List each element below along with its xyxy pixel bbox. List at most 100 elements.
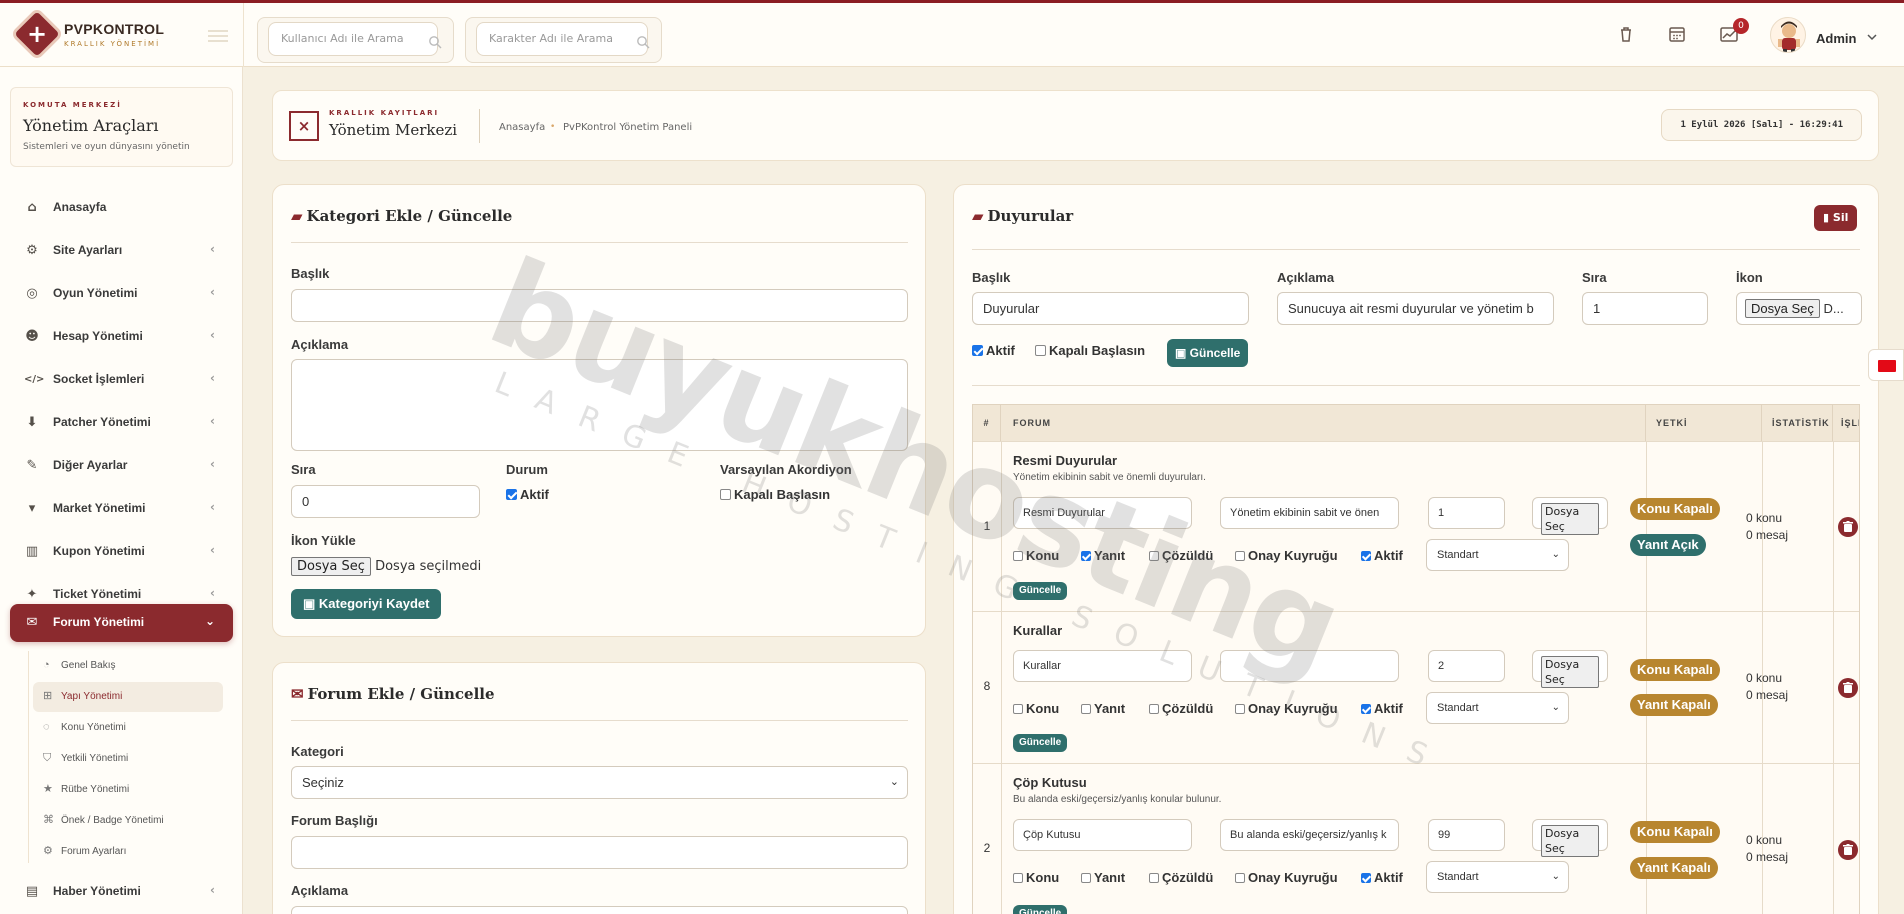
forum-type-select[interactable]: Standart ⌄ <box>1426 692 1569 724</box>
forum-icon-file-input[interactable]: Dosya Seç <box>1532 819 1608 857</box>
sidebar-item-market-yonetimi[interactable]: ▾ Market Yönetimi ‹ <box>10 490 233 528</box>
sidebar-item-hesap-yonetimi[interactable]: ☻ Hesap Yönetimi ‹ <box>10 318 233 356</box>
forum-update-button[interactable]: Güncelle <box>1013 905 1068 914</box>
col-header-stats: İSTATİSTİK <box>1762 405 1833 441</box>
forum-desc-input[interactable] <box>291 906 908 914</box>
delete-forum-button[interactable] <box>1838 517 1858 537</box>
kapali-baslasin-checkbox[interactable]: Kapalı Başlasın <box>720 487 830 502</box>
aktif-checkbox[interactable]: Aktif <box>1361 870 1403 885</box>
forum-desc-input[interactable]: Bu alanda eski/geçersiz/yanlış k <box>1220 819 1399 851</box>
forum-update-button[interactable]: Güncelle <box>1013 734 1068 752</box>
forum-desc-input[interactable] <box>1220 650 1399 682</box>
icon-file-input[interactable]: Dosya Seç Dosya seçilmedi <box>291 557 481 576</box>
category-desc-textarea[interactable] <box>291 359 908 451</box>
yanit-status-pill[interactable]: Yanıt Kapalı <box>1630 694 1718 716</box>
sidebar-item-socket-islemleri[interactable]: </> Socket İşlemleri ‹ <box>10 361 233 399</box>
sidebar: KOMUTA MERKEZİ Yönetim Araçları Sistemle… <box>0 67 243 914</box>
forum-name-input[interactable]: Kurallar <box>1013 650 1192 682</box>
status-aktif-checkbox[interactable]: Aktif <box>506 487 549 502</box>
subnav-yapi-yonetimi[interactable]: ⊞ Yapı Yönetimi <box>33 682 223 712</box>
forum-icon-file-input[interactable]: Dosya Seç <box>1532 497 1608 535</box>
yanit-status-pill[interactable]: Yanıt Kapalı <box>1630 857 1718 879</box>
avatar[interactable] <box>1770 17 1806 53</box>
search-icon[interactable] <box>428 35 442 49</box>
delete-forum-button[interactable] <box>1838 840 1858 860</box>
language-flag-tab[interactable] <box>1868 349 1904 381</box>
delete-button[interactable]: ▮ Sil <box>1814 205 1858 231</box>
subnav-konu-yonetimi[interactable]: ◌ Konu Yönetimi <box>33 713 223 743</box>
forum-icon-file-input[interactable]: Dosya Seç <box>1532 650 1608 688</box>
sidebar-item-site-ayarlari[interactable]: ⚙ Site Ayarları ‹ <box>10 232 233 270</box>
category-order-input[interactable]: 0 <box>291 485 480 518</box>
aktif-checkbox[interactable]: Aktif <box>1361 701 1403 716</box>
subnav-yetkili-yonetimi[interactable]: ⛉ Yetkili Yönetimi <box>33 744 223 774</box>
sidebar-item-kupon-yonetimi[interactable]: ▥ Kupon Yönetimi ‹ <box>10 533 233 571</box>
cozuldu-checkbox[interactable]: Çözüldü <box>1149 870 1213 885</box>
subnav-onek-badge-yonetimi[interactable]: ⌘ Önek / Badge Yönetimi <box>33 806 223 836</box>
onay-kuyrugu-checkbox[interactable]: Onay Kuyruğu <box>1235 870 1338 885</box>
forum-desc-input[interactable]: Yönetim ekibinin sabit ve önen <box>1220 497 1399 529</box>
onay-kuyrugu-checkbox[interactable]: Onay Kuyruğu <box>1235 548 1338 563</box>
konu-status-pill[interactable]: Konu Kapalı <box>1630 659 1720 681</box>
forum-name-input[interactable]: Çöp Kutusu <box>1013 819 1192 851</box>
ann-update-button[interactable]: ▣ Güncelle <box>1167 339 1249 367</box>
cozuldu-checkbox[interactable]: Çözüldü <box>1149 548 1213 563</box>
ann-icon-file-input[interactable]: Dosya Seç D... <box>1736 292 1862 325</box>
konu-checkbox[interactable]: Konu <box>1013 870 1059 885</box>
ann-desc-input[interactable]: Sunucuya ait resmi duyurular ve yönetim … <box>1277 292 1554 325</box>
ann-title-input[interactable]: Duyurular <box>972 292 1249 325</box>
forum-order-input[interactable]: 2 <box>1428 650 1505 682</box>
ann-order-input[interactable]: 1 <box>1582 292 1708 325</box>
yanit-checkbox[interactable]: Yanıt <box>1081 548 1125 563</box>
category-select[interactable]: Seçiniz ⌄ <box>291 766 908 799</box>
user-name[interactable]: Admin <box>1816 31 1856 46</box>
char-search-input[interactable]: Karakter Adı ile Arama <box>476 22 648 56</box>
search-icon[interactable] <box>636 35 650 49</box>
forum-update-button[interactable]: Güncelle <box>1013 582 1068 600</box>
trash-icon[interactable] <box>1615 23 1637 45</box>
konu-status-pill[interactable]: Konu Kapalı <box>1630 821 1720 843</box>
folder-open-icon: ▰ <box>972 207 984 225</box>
subnav-forum-ayarlari[interactable]: ⚙ Forum Ayarları <box>33 837 223 867</box>
user-search-input[interactable]: Kullanıcı Adı ile Arama <box>268 22 438 56</box>
yanit-checkbox[interactable]: Yanıt <box>1081 701 1125 716</box>
delete-forum-button[interactable] <box>1838 678 1858 698</box>
forum-title-input[interactable] <box>291 836 908 869</box>
onay-kuyrugu-checkbox[interactable]: Onay Kuyruğu <box>1235 701 1338 716</box>
ann-title-label: Başlık <box>972 270 1011 285</box>
forum-name-input[interactable]: Resmi Duyurular <box>1013 497 1192 529</box>
subnav-rutbe-yonetimi[interactable]: ★ Rütbe Yönetimi <box>33 775 223 805</box>
konu-checkbox[interactable]: Konu <box>1013 548 1059 563</box>
sidebar-item-diger-ayarlar[interactable]: ✎ Diğer Ayarlar ‹ <box>10 447 233 485</box>
ann-kapali-checkbox[interactable]: Kapalı Başlasın <box>1035 343 1145 358</box>
menu-toggle-icon[interactable] <box>208 30 228 42</box>
category-title-input[interactable] <box>291 289 908 322</box>
aktif-checkbox[interactable]: Aktif <box>1361 548 1403 563</box>
sidebar-item-haber-yonetimi[interactable]: ▤ Haber Yönetimi ‹ <box>10 873 233 911</box>
calendar-icon[interactable] <box>1666 23 1688 45</box>
yanit-status-pill[interactable]: Yanıt Açık <box>1630 534 1706 556</box>
save-category-button[interactable]: ▣ Kategoriyi Kaydet <box>291 589 442 619</box>
forum-order-input[interactable]: 1 <box>1428 497 1505 529</box>
sidebar-item-patcher-yonetimi[interactable]: ⬇ Patcher Yönetimi ‹ <box>10 404 233 442</box>
sidebar-item-forum-yonetimi[interactable]: ✉ Forum Yönetimi ⌄ <box>10 604 233 642</box>
breadcrumb-home[interactable]: Anasayfa <box>499 122 545 133</box>
subnav-genel-bakis[interactable]: ◔ Genel Bakış <box>33 651 223 681</box>
sidebar-item-anasayfa[interactable]: ⌂ Anasayfa <box>10 189 233 227</box>
comments-icon: ✉ <box>291 685 304 703</box>
forum-type-select[interactable]: Standart ⌄ <box>1426 861 1569 893</box>
barcode-icon: ▥ <box>25 544 39 559</box>
table-row: 2 Çöp Kutusu Bu alanda eski/geçersiz/yan… <box>973 763 1859 914</box>
close-icon[interactable]: × <box>289 111 319 141</box>
konu-status-pill[interactable]: Konu Kapalı <box>1630 498 1720 520</box>
ann-aktif-checkbox[interactable]: Aktif <box>972 343 1015 358</box>
chevron-down-icon[interactable] <box>1866 31 1878 43</box>
checkbox-icon <box>1235 704 1245 714</box>
forum-type-select[interactable]: Standart ⌄ <box>1426 539 1569 571</box>
forum-order-input[interactable]: 99 <box>1428 819 1505 851</box>
sidebar-item-oyun-yonetimi[interactable]: ◎ Oyun Yönetimi ‹ <box>10 275 233 313</box>
newspaper-icon: ▤ <box>25 884 39 899</box>
yanit-checkbox[interactable]: Yanıt <box>1081 870 1125 885</box>
cozuldu-checkbox[interactable]: Çözüldü <box>1149 701 1213 716</box>
konu-checkbox[interactable]: Konu <box>1013 701 1059 716</box>
